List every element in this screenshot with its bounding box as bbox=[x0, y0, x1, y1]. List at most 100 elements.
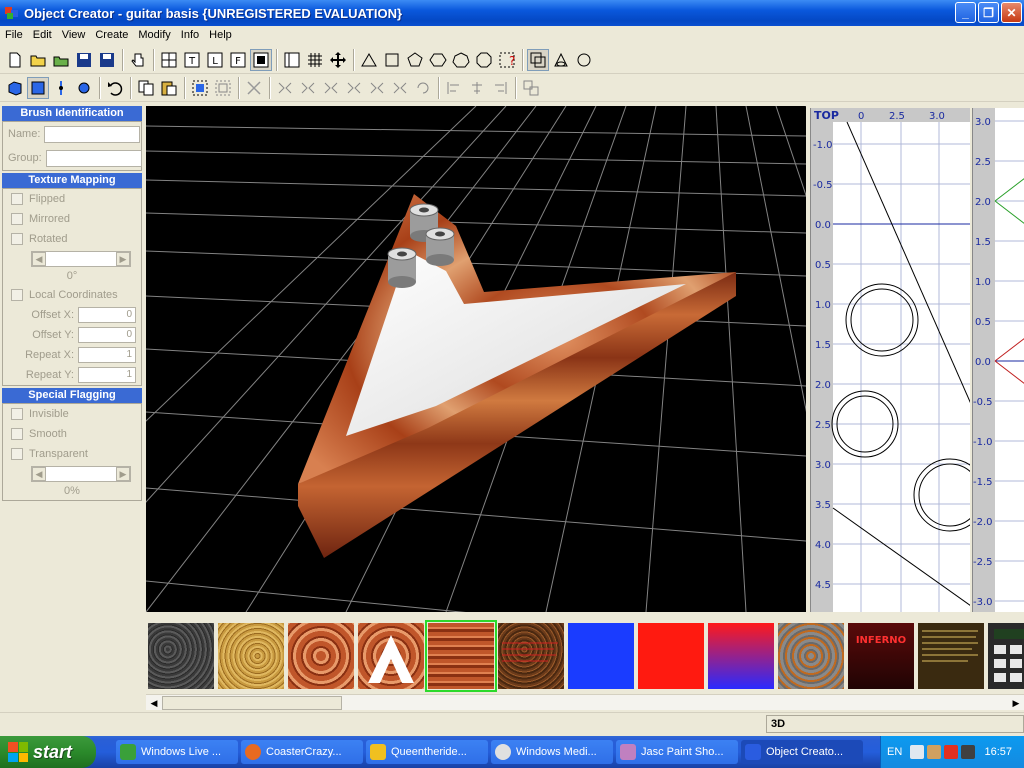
start-button[interactable]: start bbox=[0, 736, 96, 768]
menu-file[interactable]: File bbox=[0, 29, 28, 41]
brush-mode-icon[interactable] bbox=[527, 48, 549, 71]
scroll-right-icon[interactable]: ▶ bbox=[1008, 695, 1024, 711]
align-left-icon[interactable] bbox=[443, 77, 465, 99]
texture-red[interactable] bbox=[638, 623, 704, 689]
transparency-slider[interactable]: ◀ ▶ bbox=[31, 466, 131, 482]
texture-sand[interactable] bbox=[218, 623, 284, 689]
minimize-button[interactable]: _ bbox=[955, 2, 976, 23]
chevron-left-icon[interactable]: ◀ bbox=[32, 252, 46, 266]
menu-info[interactable]: Info bbox=[176, 29, 204, 41]
mirror-y-icon[interactable] bbox=[366, 77, 388, 99]
task-queentheride[interactable]: Queentheride... bbox=[366, 740, 488, 764]
network-icon[interactable] bbox=[910, 745, 925, 759]
move-icon[interactable] bbox=[327, 49, 349, 71]
viewport-top[interactable]: TOP 0 2.5 3.0 -1.0 -0.5 0.0 0.5 1.0 1.5 … bbox=[810, 108, 970, 612]
custom-shape-icon[interactable]: ? bbox=[496, 49, 518, 71]
import-icon[interactable] bbox=[50, 49, 72, 71]
save-icon[interactable] bbox=[73, 49, 95, 71]
users-icon[interactable] bbox=[927, 745, 942, 759]
language-indicator[interactable]: EN bbox=[887, 746, 902, 758]
align-right-icon[interactable] bbox=[489, 77, 511, 99]
texture-keypad[interactable] bbox=[988, 623, 1024, 689]
select-all-icon[interactable] bbox=[189, 77, 211, 99]
flip-y-icon[interactable] bbox=[297, 77, 319, 99]
split-view-icon[interactable] bbox=[281, 49, 303, 71]
texture-info-sign[interactable] bbox=[918, 623, 984, 689]
scroll-left-icon[interactable]: ◀ bbox=[146, 695, 162, 711]
delete-icon[interactable] bbox=[243, 77, 265, 99]
menu-modify[interactable]: Modify bbox=[133, 29, 175, 41]
menu-create[interactable]: Create bbox=[90, 29, 133, 41]
mirrored-checkbox[interactable]: Mirrored bbox=[3, 209, 141, 229]
chevron-right-icon[interactable]: ▶ bbox=[116, 467, 130, 481]
cone-icon[interactable] bbox=[550, 49, 572, 71]
hand-icon[interactable] bbox=[127, 49, 149, 71]
octagon-icon[interactable] bbox=[473, 49, 495, 71]
texture-blue[interactable] bbox=[568, 623, 634, 689]
texture-dirt[interactable] bbox=[498, 623, 564, 689]
viewport-3d[interactable] bbox=[146, 106, 806, 612]
mirror-z-icon[interactable] bbox=[389, 77, 411, 99]
group-icon[interactable] bbox=[520, 77, 542, 99]
local-coordinates-checkbox[interactable]: Local Coordinates bbox=[3, 285, 141, 305]
grid-icon[interactable] bbox=[304, 49, 326, 71]
name-input[interactable] bbox=[44, 125, 141, 143]
flip-z-icon[interactable] bbox=[320, 77, 342, 99]
open-folder-icon[interactable] bbox=[27, 49, 49, 71]
rotate-icon[interactable] bbox=[412, 77, 434, 99]
texture-gravel-orange[interactable] bbox=[778, 623, 844, 689]
repeat-x-input[interactable]: 1 bbox=[78, 347, 136, 363]
copy-icon[interactable] bbox=[135, 77, 157, 99]
undo-icon[interactable] bbox=[104, 77, 126, 99]
mirror-x-icon[interactable] bbox=[343, 77, 365, 99]
security-icon[interactable] bbox=[944, 745, 959, 759]
new-file-icon[interactable] bbox=[4, 49, 26, 71]
view-top-icon[interactable]: T bbox=[181, 49, 203, 71]
flip-x-icon[interactable] bbox=[274, 77, 296, 99]
texture-inferno-sign[interactable]: INFERNO bbox=[848, 623, 914, 689]
flipped-checkbox[interactable]: Flipped bbox=[3, 189, 141, 209]
group-input[interactable] bbox=[45, 149, 142, 167]
pentagon-icon[interactable] bbox=[404, 49, 426, 71]
vertex-icon[interactable] bbox=[73, 77, 95, 99]
task-windows-media[interactable]: Windows Medi... bbox=[491, 740, 613, 764]
texture-wood-rings[interactable] bbox=[288, 623, 354, 689]
restore-button[interactable]: ❐ bbox=[978, 2, 999, 23]
texture-red-blue-gradient[interactable] bbox=[708, 623, 774, 689]
scrollbar-thumb[interactable] bbox=[162, 696, 342, 710]
view-single-icon[interactable] bbox=[158, 49, 180, 71]
face-select-icon[interactable] bbox=[27, 76, 49, 99]
viewport-side[interactable]: 3.0 2.5 2.0 1.5 1.0 0.5 0.0 -0.5 -1.0 -1… bbox=[972, 108, 1024, 612]
task-windows-live[interactable]: Windows Live ... bbox=[116, 740, 238, 764]
rotated-checkbox[interactable]: Rotated bbox=[3, 229, 141, 249]
texture-scrollbar[interactable]: ◀ ▶ bbox=[146, 694, 1024, 710]
solid-brush-icon[interactable] bbox=[4, 77, 26, 99]
hexagon-icon[interactable] bbox=[427, 49, 449, 71]
repeat-y-input[interactable]: 1 bbox=[78, 367, 136, 383]
offset-y-input[interactable]: 0 bbox=[78, 327, 136, 343]
chevron-left-icon[interactable]: ◀ bbox=[32, 467, 46, 481]
task-coastercrazy[interactable]: CoasterCrazy... bbox=[241, 740, 363, 764]
heptagon-icon[interactable] bbox=[450, 49, 472, 71]
transparent-checkbox[interactable]: Transparent bbox=[3, 444, 141, 464]
texture-asphalt[interactable] bbox=[148, 623, 214, 689]
menu-edit[interactable]: Edit bbox=[28, 29, 57, 41]
paste-icon[interactable] bbox=[158, 77, 180, 99]
texture-wood-stripes[interactable] bbox=[425, 620, 497, 692]
invisible-checkbox[interactable]: Invisible bbox=[3, 404, 141, 424]
circle-icon[interactable] bbox=[573, 49, 595, 71]
smooth-checkbox[interactable]: Smooth bbox=[3, 424, 141, 444]
close-button[interactable]: ✕ bbox=[1001, 2, 1022, 23]
texture-wood-guitar-logo[interactable] bbox=[358, 623, 424, 689]
vertex-edge-icon[interactable] bbox=[50, 77, 72, 99]
rotation-slider[interactable]: ◀ ▶ bbox=[31, 251, 131, 267]
offset-x-input[interactable]: 0 bbox=[78, 307, 136, 323]
view-left-icon[interactable]: L bbox=[204, 49, 226, 71]
volume-icon[interactable] bbox=[961, 745, 976, 759]
view-front-icon[interactable]: F bbox=[227, 49, 249, 71]
menu-help[interactable]: Help bbox=[204, 29, 237, 41]
triangle-icon[interactable] bbox=[358, 49, 380, 71]
task-jasc-paint[interactable]: Jasc Paint Sho... bbox=[616, 740, 738, 764]
chevron-right-icon[interactable]: ▶ bbox=[116, 252, 130, 266]
menu-view[interactable]: View bbox=[57, 29, 91, 41]
